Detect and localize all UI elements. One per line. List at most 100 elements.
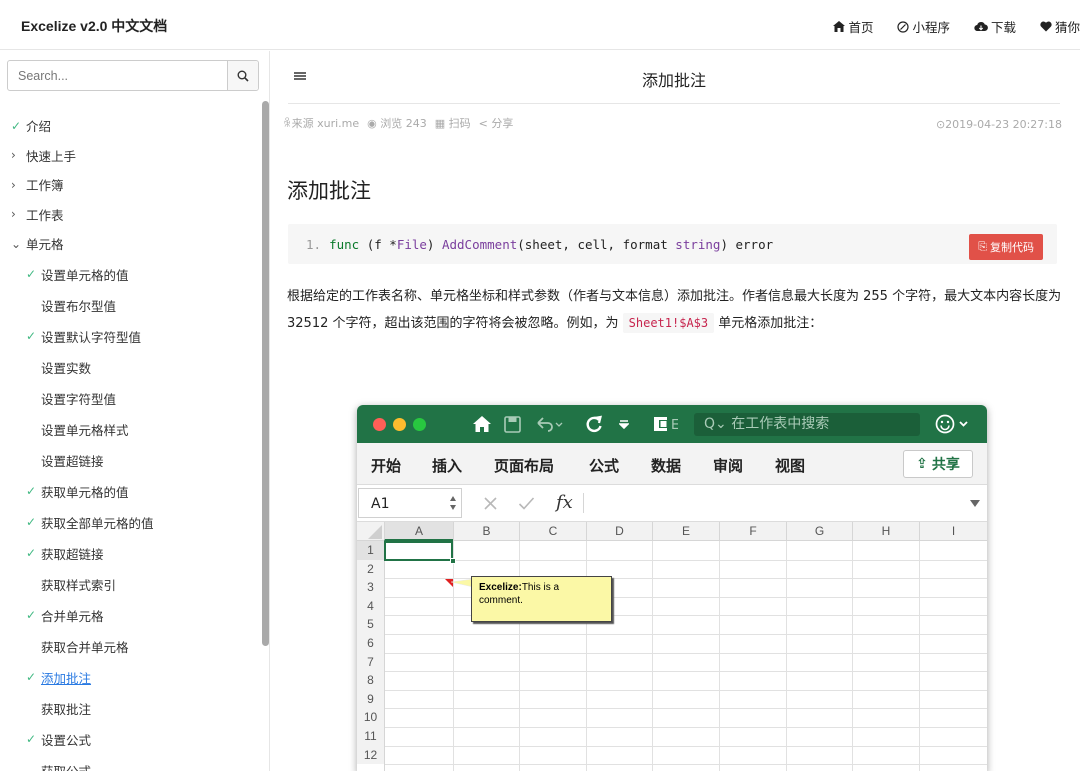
excel-share-button[interactable]: ⇪ 共享 xyxy=(903,450,973,478)
column-header[interactable]: H xyxy=(852,522,919,541)
sidebar-item-workbook[interactable]: › 工作簿 xyxy=(0,170,262,200)
column-header[interactable]: A xyxy=(384,522,453,541)
expand-formula-icon[interactable] xyxy=(970,500,980,508)
code-token: func xyxy=(329,237,360,252)
sidebar-item-get-formula[interactable]: 获取公式 xyxy=(0,755,262,771)
fill-handle[interactable] xyxy=(450,558,456,564)
column-header[interactable]: D xyxy=(586,522,652,541)
sidebar-item-label: 设置超链接 xyxy=(41,453,104,469)
active-cell-a1[interactable] xyxy=(384,541,453,561)
comment-author: Excelize: xyxy=(479,582,522,593)
sidebar-item-cell[interactable]: ⌄ 单元格 xyxy=(0,229,262,259)
excel-tab-formulas[interactable]: 公式 xyxy=(589,455,619,476)
sidebar-item-label: 获取合并单元格 xyxy=(41,639,129,655)
row-header[interactable]: 3 xyxy=(357,578,384,597)
sidebar-item-get-merge-cell[interactable]: 获取合并单元格 xyxy=(0,631,262,662)
miniprogram-icon xyxy=(897,20,910,33)
column-header[interactable]: B xyxy=(453,522,519,541)
search-button[interactable] xyxy=(227,61,258,90)
excel-search-box[interactable]: Q⌄ 在工作表中搜索 xyxy=(694,413,920,436)
page-title: 添加批注 xyxy=(641,71,706,90)
sidebar-item-set-default-str[interactable]: ✓ 设置默认字符型值 xyxy=(0,321,262,352)
column-header[interactable]: F xyxy=(719,522,786,541)
paragraph-text: 单元格添加批注： xyxy=(718,316,823,331)
sidebar-item-set-formula[interactable]: ✓ 设置公式 xyxy=(0,724,262,755)
meta-share[interactable]: < 分享 xyxy=(479,115,514,131)
qrcode-icon: ▦ xyxy=(434,117,446,130)
row-header[interactable]: 1 xyxy=(357,541,384,560)
copy-code-button[interactable]: ⎘ 复制代码 xyxy=(969,234,1043,260)
sidebar-item-intro[interactable]: ✓ 介绍 xyxy=(0,111,262,141)
row-header[interactable]: 10 xyxy=(357,708,384,727)
grid-hline xyxy=(384,764,987,766)
column-header[interactable]: G xyxy=(786,522,852,541)
sidebar-item-set-str[interactable]: 设置字符型值 xyxy=(0,383,262,414)
check-icon: ✓ xyxy=(26,546,37,560)
sidebar-item-merge-cell[interactable]: ✓ 合并单元格 xyxy=(0,600,262,631)
sidebar-item-set-cell-value[interactable]: ✓ 设置单元格的值 xyxy=(0,259,262,290)
column-header[interactable]: E xyxy=(652,522,719,541)
excel-tab-data[interactable]: 数据 xyxy=(651,455,681,476)
sidebar-item-get-cell-value[interactable]: ✓ 获取单元格的值 xyxy=(0,476,262,507)
grid-hline xyxy=(384,745,987,747)
check-icon: ✓ xyxy=(26,484,37,498)
nav-download[interactable]: 下载 xyxy=(974,17,1016,36)
sidebar-scrollbar[interactable] xyxy=(262,101,269,646)
sidebar-item-get-hyperlink[interactable]: ✓ 获取超链接 xyxy=(0,538,262,569)
sidebar-item-worksheet[interactable]: › 工作表 xyxy=(0,200,262,230)
sidebar-item-quickstart[interactable]: › 快速上手 xyxy=(0,141,262,171)
meta-scan-label: 扫码 xyxy=(448,117,471,130)
meta-scan[interactable]: ▦ 扫码 xyxy=(435,115,471,131)
name-box-stepper-icon[interactable] xyxy=(449,494,457,512)
excel-tab-page-layout[interactable]: 页面布局 xyxy=(494,455,554,476)
nav-guess[interactable]: 猜你 xyxy=(1040,17,1080,36)
confirm-check-icon[interactable] xyxy=(518,496,535,511)
formula-divider xyxy=(583,493,584,513)
excel-tab-view[interactable]: 视图 xyxy=(775,455,805,476)
excel-tab-insert[interactable]: 插入 xyxy=(432,455,462,476)
window-close-dot xyxy=(373,418,386,431)
column-header[interactable]: I xyxy=(919,522,987,541)
row-header[interactable]: 4 xyxy=(357,596,384,616)
name-box[interactable]: A1 xyxy=(358,488,462,518)
code-token: (f * xyxy=(366,237,397,252)
nav-home[interactable]: 首页 xyxy=(833,17,873,36)
select-all-corner[interactable] xyxy=(357,522,384,541)
fx-button[interactable]: fx xyxy=(556,492,573,513)
sidebar-item-set-bool[interactable]: 设置布尔型值 xyxy=(0,290,262,321)
grid-vline xyxy=(786,541,787,771)
sidebar-item-set-style[interactable]: 设置单元格样式 xyxy=(0,414,262,445)
customize-toolbar-icon xyxy=(619,420,629,429)
sidebar-item-get-all-values[interactable]: ✓ 获取全部单元格的值 xyxy=(0,507,262,538)
top-bar: Excelize v2.0 中文文档 首页 小程序 下载 猜你 xyxy=(0,0,1080,50)
meta-views: ◉ 浏览 243 xyxy=(367,115,427,131)
row-header[interactable]: 6 xyxy=(357,634,384,653)
row-header[interactable]: 8 xyxy=(357,671,384,690)
row-header[interactable]: 7 xyxy=(357,652,384,672)
row-header[interactable]: 5 xyxy=(357,615,384,634)
nav-miniprogram[interactable]: 小程序 xyxy=(897,17,950,36)
search-input[interactable] xyxy=(8,61,228,90)
row-header[interactable]: 12 xyxy=(357,745,384,765)
grid-hline xyxy=(384,634,987,635)
excel-tab-home[interactable]: 开始 xyxy=(371,455,401,476)
sidebar-item-add-comment[interactable]: ✓ 添加批注 xyxy=(0,662,262,693)
sidebar-item-get-style-index[interactable]: 获取样式索引 xyxy=(0,569,262,600)
meta-source[interactable]: ꆜ来源 xuri.me xyxy=(283,115,359,131)
row-header[interactable]: 11 xyxy=(357,727,384,746)
code-block: 1. func (f *File) AddComment(sheet, cell,… xyxy=(288,224,1057,264)
redo-icon xyxy=(586,415,602,433)
column-header[interactable]: C xyxy=(519,522,586,541)
sidebar-item-get-comments[interactable]: 获取批注 xyxy=(0,693,262,724)
sidebar-item-set-float[interactable]: 设置实数 xyxy=(0,352,262,383)
site-brand[interactable]: Excelize v2.0 中文文档 xyxy=(21,16,167,36)
row-header[interactable]: 9 xyxy=(357,689,384,709)
cancel-x-icon[interactable] xyxy=(483,496,498,511)
sidebar-item-label: 获取全部单元格的值 xyxy=(41,515,154,531)
excel-share-label: 共享 xyxy=(931,457,960,473)
row-header[interactable]: 2 xyxy=(357,559,384,579)
code-token: File xyxy=(396,237,427,252)
excel-tab-review[interactable]: 审阅 xyxy=(713,455,743,476)
sidebar-item-set-hyperlink[interactable]: 设置超链接 xyxy=(0,445,262,476)
smiley-feedback-icon[interactable] xyxy=(935,414,975,434)
